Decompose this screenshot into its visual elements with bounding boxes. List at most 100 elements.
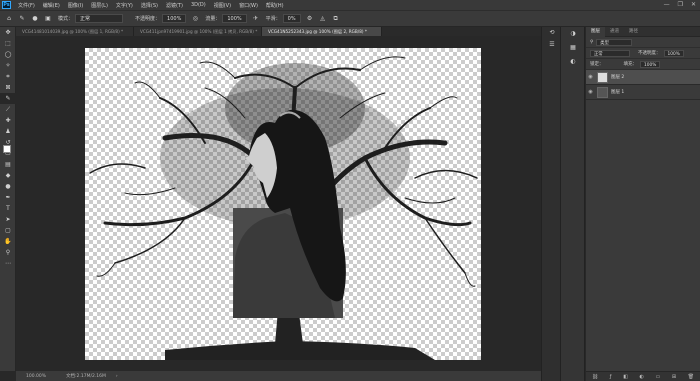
menu-layer[interactable]: 图层(L) xyxy=(87,2,112,9)
properties-panel-icon[interactable]: ☰ xyxy=(542,39,562,51)
foreground-color-swatch[interactable] xyxy=(3,145,11,153)
link-layers-icon[interactable]: ⛓ xyxy=(592,374,598,380)
status-arrow-icon[interactable]: › xyxy=(116,374,118,379)
menu-3d[interactable]: 3D(D) xyxy=(187,2,210,8)
tab-channels[interactable]: 通道 xyxy=(605,27,624,37)
brush-preset-icon[interactable]: ● xyxy=(31,15,39,23)
panel-icons-strip: ◑ ▦ ◐ xyxy=(561,27,585,381)
crop-tool-icon[interactable]: ⌗ xyxy=(0,71,16,82)
layer-thumbnail xyxy=(597,71,608,83)
mode-label: 模式： xyxy=(58,16,74,22)
eye-icon[interactable]: ◉ xyxy=(586,89,595,95)
options-bar: ⌂ ✎ ● ▣ 模式： 正常 不透明度： 100% ◎ 流量： 100% ✈ 平… xyxy=(0,10,700,27)
gradient-tool-icon[interactable]: ▤ xyxy=(0,159,16,170)
menu-help[interactable]: 帮助(H) xyxy=(262,2,288,9)
menu-edit[interactable]: 编辑(E) xyxy=(39,2,64,9)
layer-name[interactable]: 图层 1 xyxy=(611,89,624,95)
opacity-label: 不透明度： xyxy=(135,16,161,22)
brush-tool-icon[interactable]: ✎ xyxy=(18,15,26,23)
tab-layers[interactable]: 图层 xyxy=(586,27,605,37)
hand-tool-icon[interactable]: ✋ xyxy=(0,236,16,247)
canvas-area[interactable] xyxy=(16,36,541,371)
color-panel-icon[interactable]: ◑ xyxy=(561,27,585,41)
layers-panel-tabs: 图层 通道 路径 xyxy=(586,27,700,37)
fill-label: 填充： xyxy=(623,62,638,67)
flow-label: 流量： xyxy=(205,16,221,22)
lock-row: 锁定： 填充： 100% xyxy=(586,59,700,70)
zoom-tool-icon[interactable]: ⚲ xyxy=(0,247,16,258)
layer-thumbnail xyxy=(597,86,608,98)
more-tools-icon[interactable]: ⋯ xyxy=(0,258,16,269)
adjustments-panel-icon[interactable]: ◐ xyxy=(561,55,585,69)
layers-panel-footer: ⛓ ƒ ◧ ◐ ▭ ⊞ 🗑 xyxy=(586,371,700,381)
path-select-icon[interactable]: ➤ xyxy=(0,214,16,225)
document-canvas[interactable] xyxy=(85,48,481,360)
dodge-tool-icon[interactable]: ● xyxy=(0,181,16,192)
menu-window[interactable]: 窗口(W) xyxy=(235,2,262,9)
history-panel-icon[interactable]: ⟲ xyxy=(542,27,562,39)
blend-row: 正常 不透明度： 100% xyxy=(586,48,700,59)
move-tool-icon[interactable]: ✥ xyxy=(0,27,16,38)
lasso-tool-icon[interactable]: ◯ xyxy=(0,49,16,60)
status-bar: 100.00% 文档:2.17M/2.16M › xyxy=(16,371,541,381)
menu-select[interactable]: 选择(S) xyxy=(137,2,162,9)
document-size: 文档:2.17M/2.16M xyxy=(66,374,106,379)
window-controls: — ❐ ✕ xyxy=(664,1,696,8)
new-layer-icon[interactable]: ⊞ xyxy=(672,374,676,380)
blend-mode-dropdown[interactable]: 正常 xyxy=(590,49,630,57)
home-icon[interactable]: ⌂ xyxy=(5,15,13,23)
tab-document-1[interactable]: VCG41481014039.jpg @ 100% (图层 1, RGB/8) … xyxy=(16,27,134,36)
eye-icon[interactable]: ◉ xyxy=(586,74,595,80)
mode-dropdown[interactable]: 正常 xyxy=(75,14,124,23)
smoothing-settings-icon[interactable]: ⚙ xyxy=(306,15,314,23)
collapsed-panel-strip: ⟲ ☰ xyxy=(541,27,561,381)
layer-row[interactable]: ◉ 图层 2 xyxy=(586,70,700,85)
shape-tool-icon[interactable]: ▢ xyxy=(0,225,16,236)
menu-view[interactable]: 视图(V) xyxy=(210,2,235,9)
zoom-level[interactable]: 100.00% xyxy=(26,374,46,379)
brush-tool-icon[interactable]: ✎ xyxy=(0,93,16,104)
menu-image[interactable]: 图像(I) xyxy=(64,2,87,9)
smoothing-field[interactable]: 0% xyxy=(282,14,301,23)
layer-filter-dropdown[interactable]: 类型 xyxy=(596,38,633,46)
layers-panel: 图层 通道 路径 ⚲ 类型 正常 不透明度： 100% 锁定： 填充： 100%… xyxy=(586,27,700,381)
healing-tool-icon[interactable]: ✚ xyxy=(0,115,16,126)
symmetry-icon[interactable]: ⧉ xyxy=(332,15,340,23)
eyedropper-tool-icon[interactable]: ⟋ xyxy=(0,104,16,115)
layer-opacity-field[interactable]: 100% xyxy=(663,49,684,57)
close-icon[interactable]: ✕ xyxy=(691,1,696,8)
smoothing-label: 平滑： xyxy=(265,16,281,22)
add-mask-icon[interactable]: ◧ xyxy=(623,374,628,380)
restore-icon[interactable]: ❐ xyxy=(678,1,683,8)
fill-field[interactable]: 100% xyxy=(640,60,661,68)
stamp-tool-icon[interactable]: ♟ xyxy=(0,126,16,137)
tab-paths[interactable]: 路径 xyxy=(624,27,643,37)
trash-icon[interactable]: 🗑 xyxy=(688,374,694,380)
blur-tool-icon[interactable]: ◆ xyxy=(0,170,16,181)
menu-file[interactable]: 文件(F) xyxy=(14,2,39,9)
layer-row[interactable]: ◉ 图层 1 xyxy=(586,85,700,100)
brush-settings-icon[interactable]: ▣ xyxy=(44,15,52,23)
fx-icon[interactable]: ƒ xyxy=(610,374,612,380)
menu-type[interactable]: 文字(Y) xyxy=(112,2,137,9)
document-tabs: VCG41481014039.jpg @ 100% (图层 1, RGB/8) … xyxy=(16,27,541,36)
pen-tool-icon[interactable]: ✒ xyxy=(0,192,16,203)
swatches-panel-icon[interactable]: ▦ xyxy=(561,41,585,55)
airbrush-icon[interactable]: ✈ xyxy=(252,15,260,23)
tab-document-2[interactable]: VCG411jpn97419901.jpg @ 100% (图层 1 拷贝, R… xyxy=(134,27,262,36)
menu-filter[interactable]: 滤镜(T) xyxy=(162,2,187,9)
quick-select-tool-icon[interactable]: ✧ xyxy=(0,60,16,71)
pressure-opacity-icon[interactable]: ◎ xyxy=(191,15,199,23)
opacity-field[interactable]: 100% xyxy=(162,14,187,23)
filter-search-icon: ⚲ xyxy=(590,39,594,45)
angle-icon[interactable]: ◬ xyxy=(319,15,327,23)
group-icon[interactable]: ▭ xyxy=(656,374,661,380)
flow-field[interactable]: 100% xyxy=(222,14,247,23)
layer-name[interactable]: 图层 2 xyxy=(611,74,624,80)
type-tool-icon[interactable]: T xyxy=(0,203,16,214)
adjustment-layer-icon[interactable]: ◐ xyxy=(640,374,644,380)
marquee-tool-icon[interactable]: ⬚ xyxy=(0,38,16,49)
minimize-icon[interactable]: — xyxy=(664,1,670,8)
tab-document-3[interactable]: VCG41N5252343.jpg @ 100% (图层 2, RGB/8) * xyxy=(262,27,382,36)
frame-tool-icon[interactable]: ⊠ xyxy=(0,82,16,93)
